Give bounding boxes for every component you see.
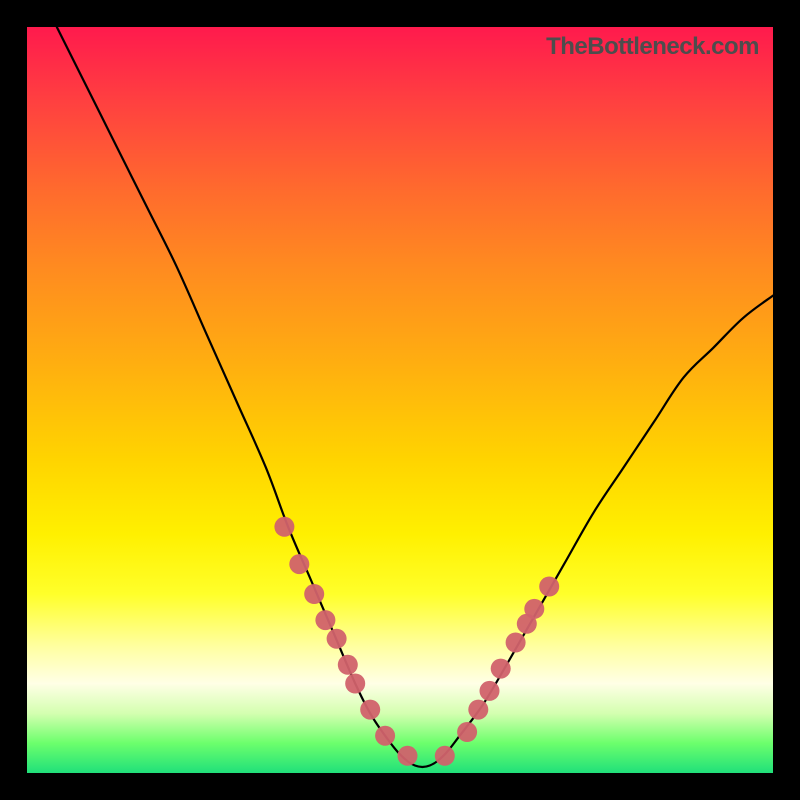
marker-point xyxy=(304,584,324,604)
marker-point xyxy=(524,599,544,619)
marker-point xyxy=(327,629,347,649)
marker-point xyxy=(480,681,500,701)
marker-point xyxy=(315,610,335,630)
marker-point xyxy=(491,659,511,679)
marker-point xyxy=(375,726,395,746)
marker-point xyxy=(468,700,488,720)
marker-point xyxy=(435,746,455,766)
marker-point xyxy=(338,655,358,675)
marker-group xyxy=(274,517,559,766)
marker-point xyxy=(289,554,309,574)
bottleneck-curve-path xyxy=(57,27,773,767)
plot-area: TheBottleneck.com xyxy=(27,27,773,773)
marker-point xyxy=(345,674,365,694)
marker-point xyxy=(506,633,526,653)
marker-point xyxy=(457,722,477,742)
marker-point xyxy=(539,577,559,597)
outer-frame: TheBottleneck.com xyxy=(0,0,800,800)
marker-point xyxy=(398,746,418,766)
marker-point xyxy=(274,517,294,537)
marker-point xyxy=(360,700,380,720)
chart-overlay xyxy=(27,27,773,773)
